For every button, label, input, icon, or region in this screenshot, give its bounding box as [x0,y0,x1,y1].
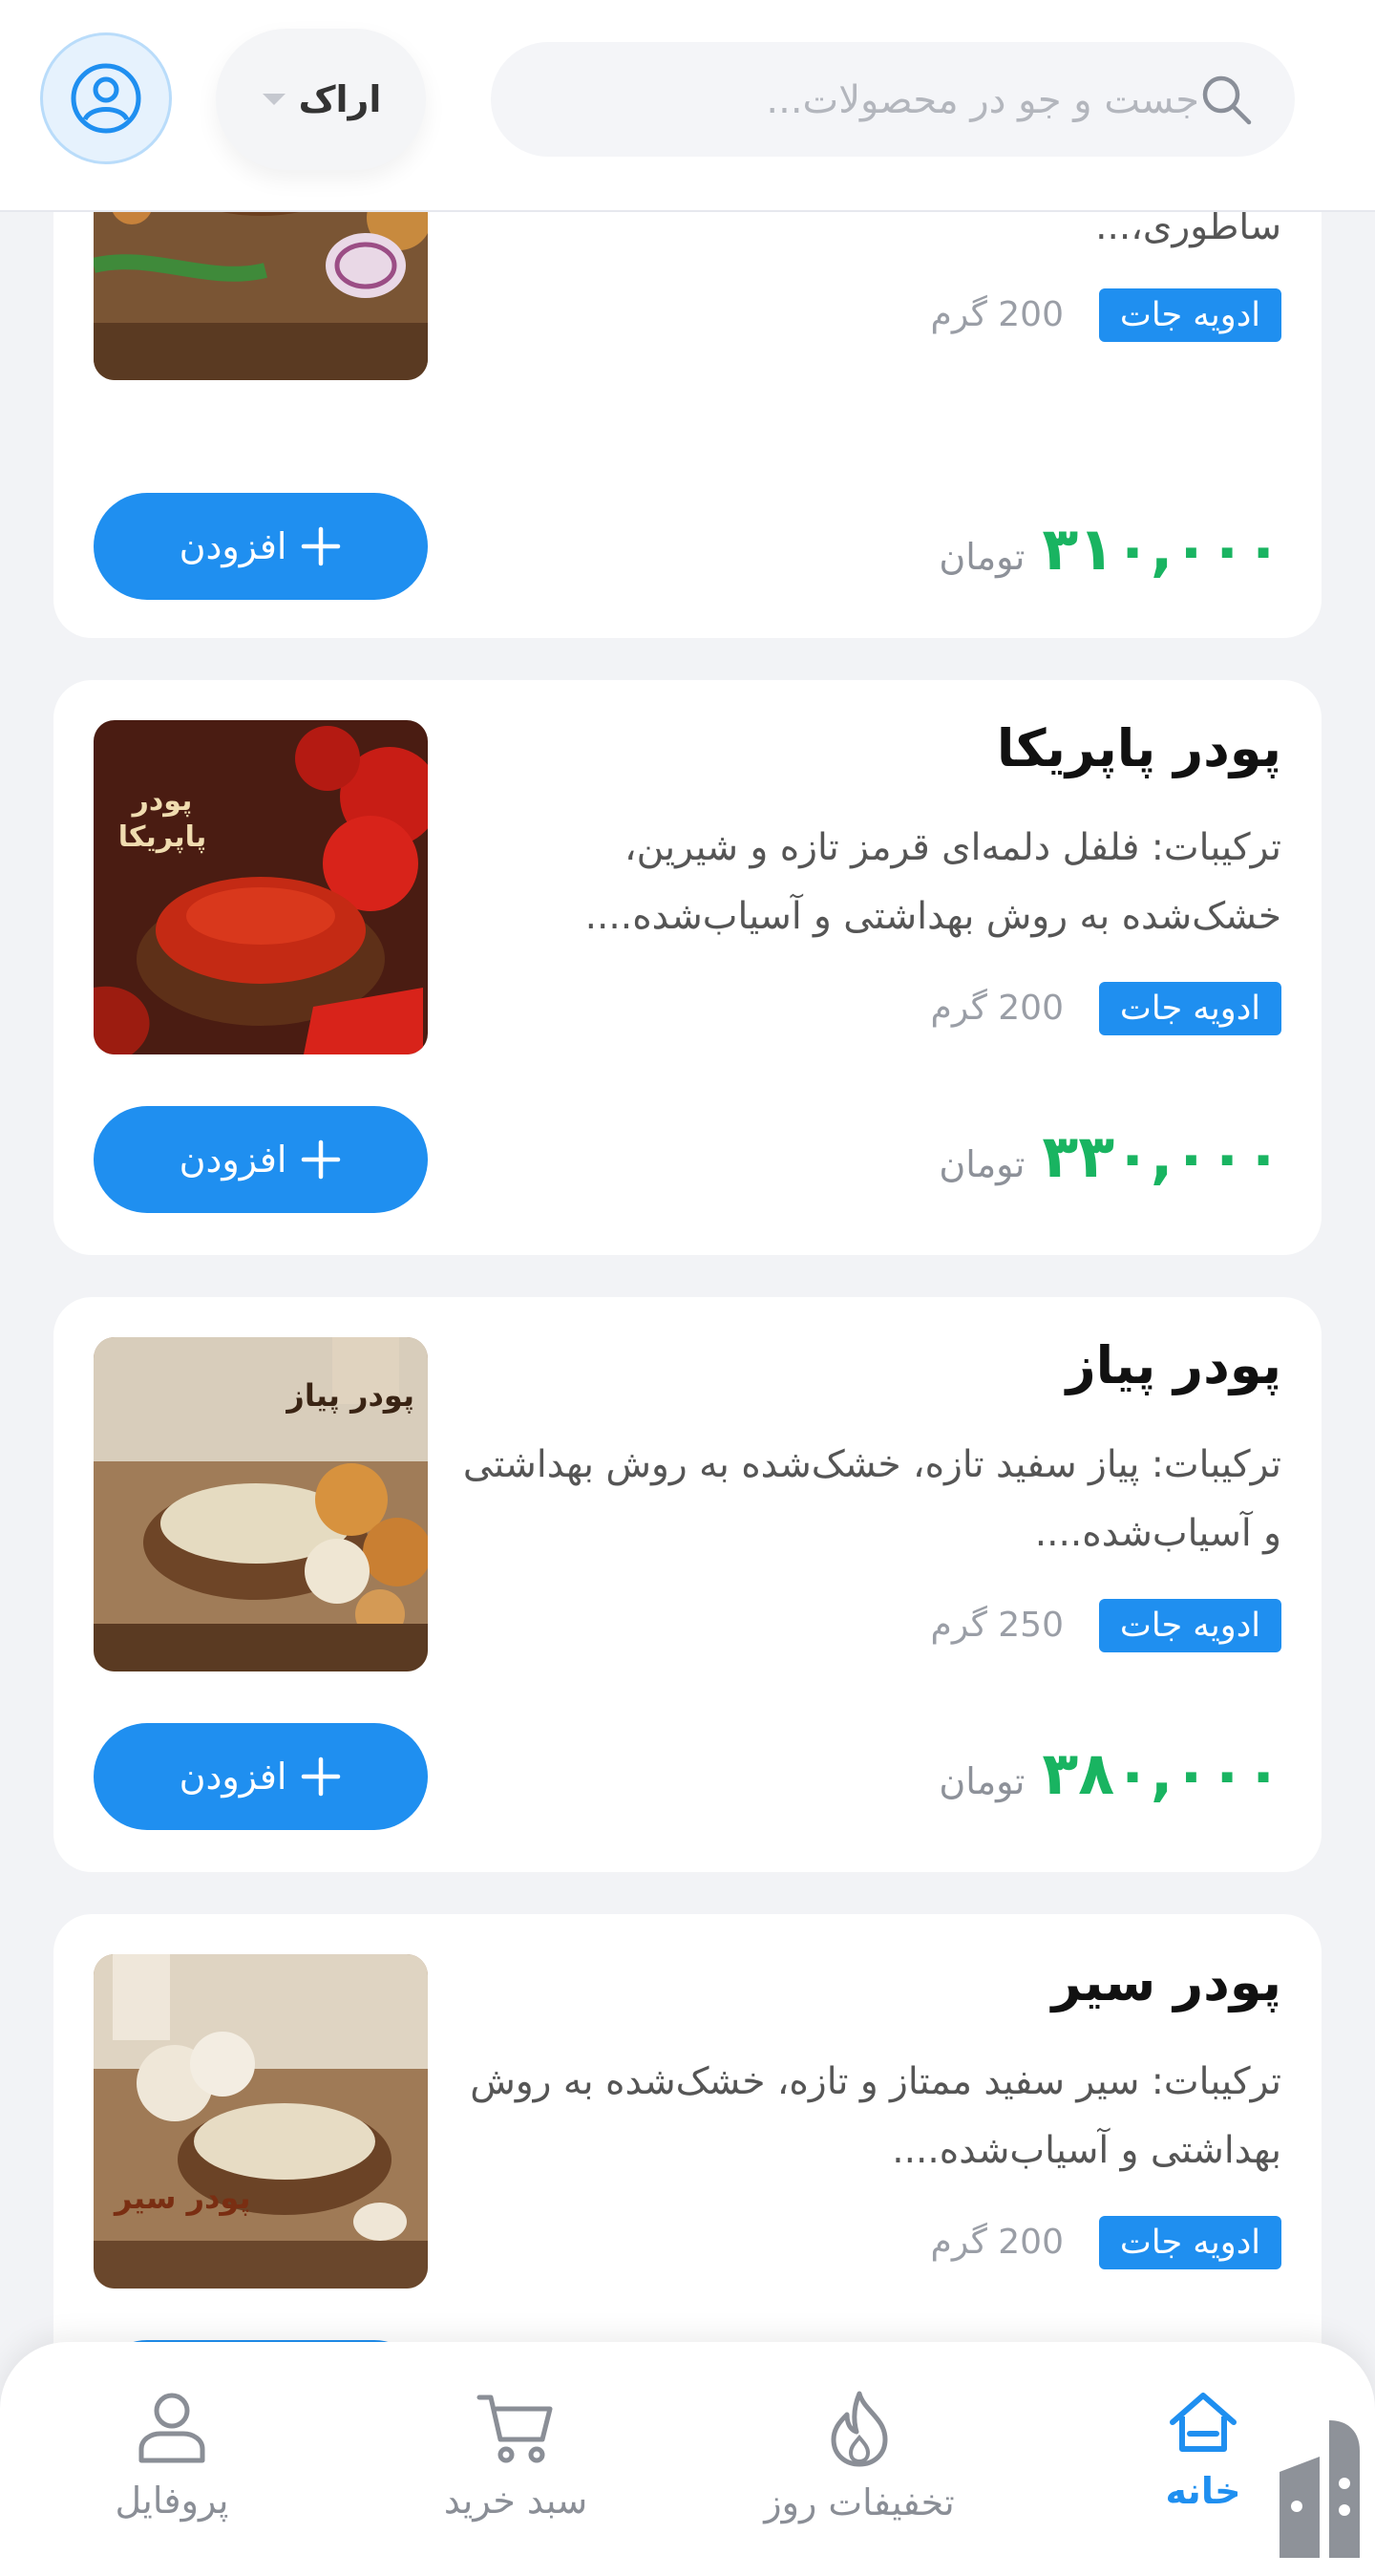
product-title[interactable]: پودر پاپریکا [997,718,1281,778]
price-currency: تومان [939,536,1026,578]
nav-profile[interactable]: پروفایل [19,2390,325,2543]
account-avatar-button[interactable] [40,32,172,164]
user-circle-icon [71,63,141,134]
nav-label: خانه [1165,2470,1241,2512]
plus-icon [302,1139,341,1180]
product-title[interactable]: پودر سیر [1052,1952,1281,2012]
category-badge: ادویه جات [1098,288,1281,342]
top-header: اراک [0,0,1375,212]
city-select[interactable]: اراک [216,29,426,170]
product-image[interactable]: پودر سیر [94,1954,428,2289]
bottom-navigation: خانه تخفیفات روز سبد خرید پروفایل [0,2342,1375,2576]
product-description: ترکیبات: فلفل دلمه‌ای قرمز تازه و شیرین،… [584,826,1281,938]
add-button-label: افزودن [179,1756,287,1798]
product-price: ۳۱۰,۰۰۰ [1042,514,1281,584]
category-badge: ادویه جات [1098,1599,1281,1652]
flame-icon [831,2391,888,2467]
plus-icon [302,1756,341,1797]
nav-label: سبد خرید [443,2480,588,2522]
product-image[interactable]: پودر پیاز [94,1337,428,1671]
product-card: پودر پاپریکا پودر پاپریکا ترکیبات: فلفل … [53,680,1322,1255]
product-weight: 200 گرم [930,2223,1064,2262]
price-block: ۳۱۰,۰۰۰ تومان [939,514,1281,584]
add-button-label: افزودن [179,525,287,567]
home-icon [1170,2393,1237,2452]
cart-icon [476,2395,553,2463]
search-box[interactable] [491,42,1295,159]
plus-icon [302,526,341,566]
add-to-cart-button[interactable]: افزودن [94,1106,428,1213]
product-weight: 200 گرم [930,295,1064,334]
price-currency: تومان [939,1143,1026,1185]
category-badge: ادویه جات [1098,982,1281,1035]
add-to-cart-button[interactable]: افزودن [94,1723,428,1830]
nav-daily-discounts[interactable]: تخفیفات روز [707,2390,1012,2543]
product-image-caption: پودر سیر [115,2180,251,2216]
price-currency: تومان [939,1760,1026,1802]
chevron-down-icon [262,94,286,105]
product-weight: 200 گرم [930,989,1064,1028]
product-weight: 250 گرم [930,1606,1064,1645]
add-button-label: افزودن [179,1139,287,1181]
nav-label: تخفیفات روز [764,2481,955,2523]
product-image[interactable]: پودر پاپریکا [94,720,428,1054]
search-input[interactable] [529,42,1201,159]
add-to-cart-button[interactable]: افزودن [94,493,428,600]
product-price: ۳۳۰,۰۰۰ [1042,1121,1281,1191]
product-description: ترکیبات: پیاز سفید تازه، خشک‌شده به روش … [462,1443,1281,1555]
price-block: ۳۸۰,۰۰۰ تومان [939,1738,1281,1808]
user-icon [138,2393,205,2463]
product-description: ترکیبات: سیر سفید ممتاز و تازه، خشک‌شده … [470,2060,1281,2172]
search-icon[interactable] [1199,73,1253,126]
category-badge: ادویه جات [1098,2216,1281,2269]
store-watermark-logo [1280,2420,1360,2558]
price-block: ۳۳۰,۰۰۰ تومان [939,1121,1281,1191]
nav-label: پروفایل [115,2480,229,2522]
product-image-caption: پودر پیاز [286,1377,414,1414]
product-image-caption: پودر پاپریکا [117,784,207,854]
product-price: ۳۸۰,۰۰۰ [1042,1738,1281,1808]
city-label: اراک [298,78,382,120]
nav-cart[interactable]: سبد خرید [363,2390,668,2543]
product-title[interactable]: پودر پیاز [1067,1335,1281,1395]
product-card: پودر پیاز پودر پیاز ترکیبات: پیاز سفید ت… [53,1297,1322,1872]
